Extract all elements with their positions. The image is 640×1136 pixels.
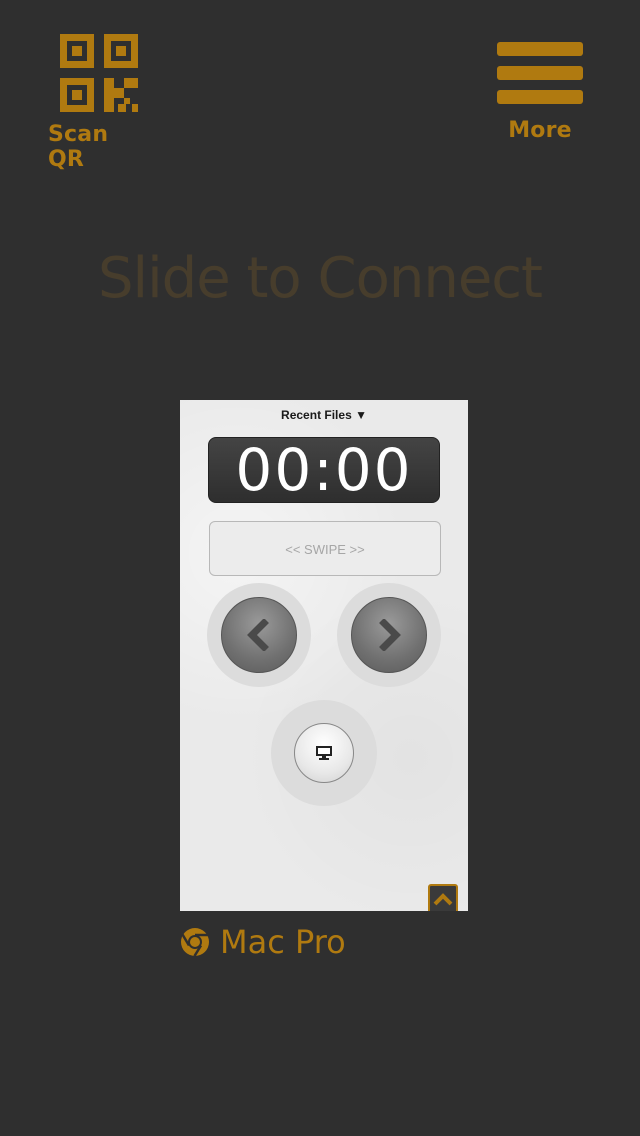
- more-button[interactable]: More: [490, 42, 590, 143]
- more-label: More: [508, 118, 572, 143]
- chevron-left-icon: [247, 619, 269, 651]
- monitor-icon: [316, 746, 332, 760]
- scan-qr-button[interactable]: Scan QR: [48, 34, 152, 172]
- prev-slide-button[interactable]: [221, 597, 297, 673]
- device-name: Mac Pro: [220, 923, 346, 961]
- scan-qr-label: Scan QR: [48, 122, 109, 172]
- slide-to-connect-text[interactable]: Slide to Connect: [0, 246, 640, 311]
- menu-bar: [497, 90, 583, 104]
- hamburger-menu-icon: [497, 42, 583, 104]
- device-selector[interactable]: Mac Pro: [180, 922, 346, 962]
- menu-bar: [497, 66, 583, 80]
- swipe-area[interactable]: << SWIPE >>: [209, 521, 441, 576]
- recent-files-dropdown[interactable]: Recent Files ▼: [180, 408, 468, 422]
- menu-bar: [497, 42, 583, 56]
- device-preview[interactable]: Recent Files ▼ 00:00 << SWIPE >>: [180, 400, 468, 911]
- screen-button[interactable]: [294, 723, 354, 783]
- chrome-icon: [181, 928, 209, 957]
- expand-up-button[interactable]: [428, 884, 458, 911]
- screen-button-ring: [271, 700, 377, 806]
- prev-button-ring: [207, 583, 311, 687]
- next-slide-button[interactable]: [351, 597, 427, 673]
- timer-display: 00:00: [208, 437, 440, 503]
- qr-code-icon: [60, 34, 138, 112]
- chevron-up-icon: [433, 893, 453, 906]
- chevron-right-icon: [379, 619, 401, 651]
- next-button-ring: [337, 583, 441, 687]
